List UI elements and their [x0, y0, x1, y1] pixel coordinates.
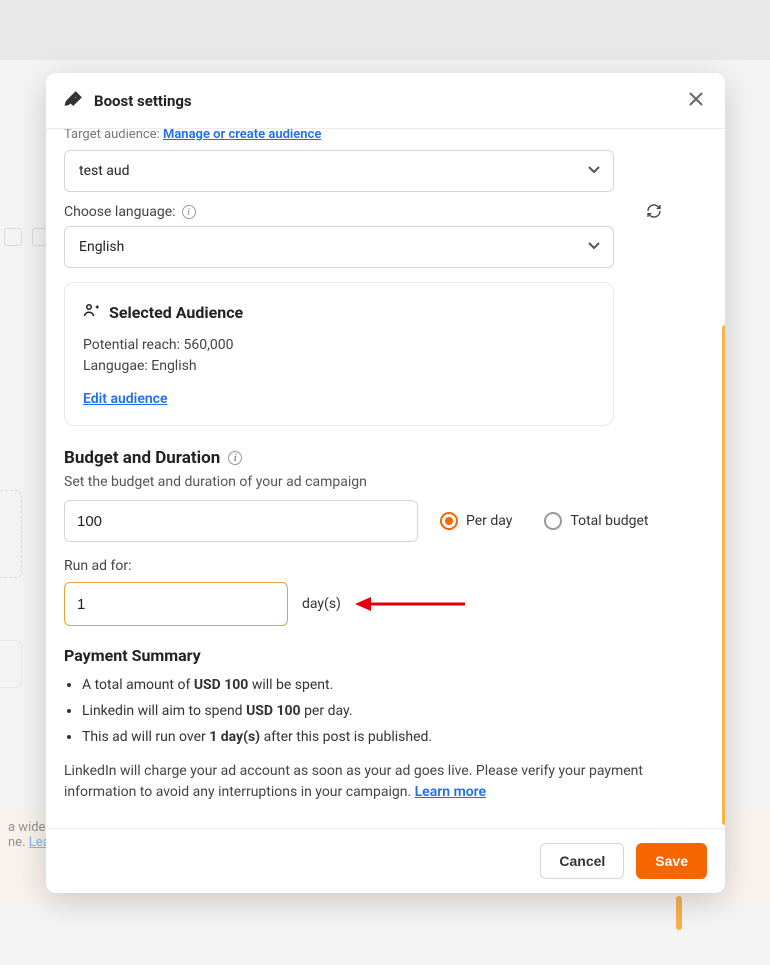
people-icon	[83, 301, 101, 323]
audience-lang-label: Langugae:	[83, 358, 148, 374]
total-budget-label: Total budget	[570, 513, 648, 529]
payment-fineprint: LinkedIn will charge your ad account as …	[64, 761, 707, 804]
background-topbar	[0, 0, 770, 60]
audience-lang-value: English	[151, 358, 196, 374]
budget-amount-input[interactable]	[64, 500, 418, 542]
payment-summary-title: Payment Summary	[64, 646, 707, 665]
rocket-icon	[64, 89, 84, 113]
audience-select-value: test aud	[79, 163, 130, 179]
per-day-label: Per day	[466, 513, 512, 529]
target-audience-label: Target audience:	[64, 129, 160, 142]
chevron-down-icon	[587, 238, 601, 256]
modal-footer: Cancel Save	[46, 828, 725, 893]
refresh-button[interactable]	[646, 203, 662, 223]
selected-audience-title: Selected Audience	[109, 303, 243, 322]
chevron-down-icon	[587, 162, 601, 180]
scrollbar[interactable]	[722, 325, 725, 825]
audience-select[interactable]: test aud	[64, 150, 614, 192]
info-icon[interactable]: i	[182, 205, 196, 219]
choose-language-label: Choose language: i	[64, 204, 707, 220]
reach-value: 560,000	[184, 337, 234, 353]
close-button[interactable]	[685, 87, 707, 114]
learn-more-link[interactable]: Learn more	[415, 784, 486, 800]
per-day-radio[interactable]: Per day	[440, 512, 512, 530]
summary-item-perday: Linkedin will aim to spend USD 100 per d…	[82, 699, 707, 725]
arrow-annotation	[355, 594, 465, 614]
boost-settings-modal: Boost settings Target audience: Manage o…	[46, 73, 725, 893]
budget-section-desc: Set the budget and duration of your ad c…	[64, 474, 707, 490]
total-budget-radio[interactable]: Total budget	[544, 512, 648, 530]
target-audience-row: Target audience: Manage or create audien…	[64, 129, 707, 142]
background-dashed-box	[0, 490, 22, 578]
manage-audience-link[interactable]: Manage or create audience	[163, 129, 321, 142]
cancel-button[interactable]: Cancel	[540, 843, 624, 879]
radio-icon	[440, 512, 458, 530]
info-icon[interactable]: i	[228, 451, 242, 465]
days-suffix: day(s)	[302, 596, 341, 612]
banner-text: a wider	[8, 820, 50, 835]
banner-text2: ne.	[8, 835, 26, 850]
reach-label: Potential reach:	[83, 337, 180, 353]
selected-audience-card: Selected Audience Potential reach: 560,0…	[64, 282, 614, 426]
save-button[interactable]: Save	[636, 843, 707, 879]
summary-item-total: A total amount of USD 100 will be spent.	[82, 673, 707, 699]
modal-header: Boost settings	[46, 73, 725, 129]
radio-icon	[544, 512, 562, 530]
budget-type-radio-group: Per day Total budget	[440, 512, 649, 530]
background-view-icons	[4, 228, 50, 246]
language-select[interactable]: English	[64, 226, 614, 268]
modal-title: Boost settings	[94, 92, 192, 110]
edit-audience-link[interactable]: Edit audience	[83, 391, 168, 407]
background-box	[0, 640, 22, 688]
language-select-value: English	[79, 239, 124, 255]
summary-item-duration: This ad will run over 1 day(s) after thi…	[82, 725, 707, 751]
outside-scrollbar-mark	[676, 896, 682, 930]
run-ad-for-label: Run ad for:	[64, 558, 707, 574]
payment-summary-list: A total amount of USD 100 will be spent.…	[82, 673, 707, 751]
modal-body: Target audience: Manage or create audien…	[46, 129, 725, 828]
duration-input[interactable]	[64, 582, 288, 626]
budget-section-title: Budget and Duration i	[64, 448, 707, 468]
